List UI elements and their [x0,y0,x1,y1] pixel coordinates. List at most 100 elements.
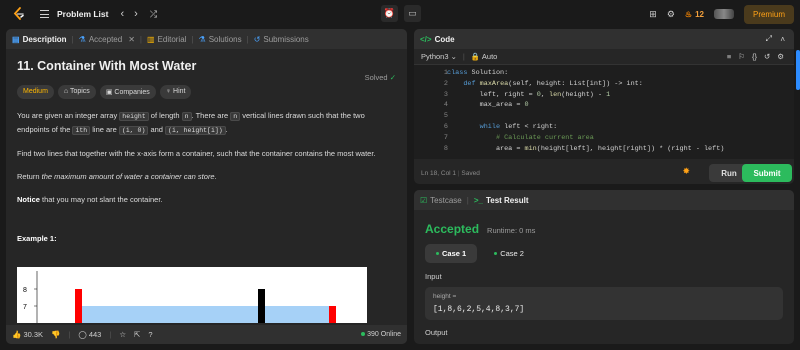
tab-submissions[interactable]: ↺ Submissions [254,35,309,44]
page-title[interactable]: 11. Container With Most Water [17,59,396,73]
dislike-button[interactable]: 👎 [51,330,60,339]
input-label: Input [425,272,442,281]
flask-icon: ⚗ [78,34,86,44]
reset-icon[interactable]: ↺ [764,52,770,61]
history-icon: ↺ [253,34,261,44]
tab-editorial[interactable]: ▥ Editorial [147,35,186,44]
tab-description[interactable]: ▤ Description [12,35,67,44]
case-2-tab[interactable]: Case 2 [483,244,535,263]
premium-button[interactable]: Premium [743,4,794,24]
maximize-icon[interactable]: ⤢ [766,34,772,44]
settings-icon[interactable]: ⚙ [777,52,784,61]
code-line: area = min(height[left], height[right]) … [447,144,725,153]
avatar[interactable] [713,9,734,19]
runtime: Runtime: 0 ms [487,226,536,235]
code-line: max_area = 0 [447,101,529,110]
tab-solutions[interactable]: ⚗ Solutions [199,35,242,44]
status-dot [436,252,439,255]
description-paragraph-1: You are given an integer array height of… [17,111,365,135]
online-dot [361,332,366,336]
line-number: 6 [443,123,448,131]
topics-chip[interactable]: ⌂ Topics [57,85,96,99]
problem-list-title[interactable]: Problem List [57,9,108,19]
note-icon: ▭ [408,8,417,18]
notes-button[interactable]: ▭ [404,5,421,22]
line-number: 4 [443,101,448,110]
chevron-left-icon[interactable]: ‹ [120,8,124,20]
tag-icon: ⌂ [63,88,69,95]
editor-status: Ln 18, Col 1 | Saved [421,170,480,177]
scrollbar[interactable] [796,50,800,90]
editor-tools: ≡ ⚐ {} ↺ ⚙ [727,52,784,61]
editor-toolbar: Python3 ⌄ | 🔒 Auto ≡ ⚐ {} ↺ ⚙ [414,49,794,65]
example-chart: 8 7 [17,267,367,323]
line-number: 7 [443,133,448,142]
code-line: while left < right: [479,123,558,131]
gear-icon[interactable]: ⚙ [667,9,675,20]
verdict: Accepted [425,222,480,236]
timer-button[interactable]: ⏰ [381,5,398,22]
top-bar: Problem List ‹ › ⤮ ⏰ ▭ ⊞ ⚙ ♨ 12 Premium [0,0,800,28]
flame-icon: ♨ [684,9,693,19]
help-button[interactable]: ? [148,330,152,339]
tab-testcase[interactable]: ☑ Testcase [420,196,462,205]
solved-status: Solved ✓ [364,73,396,82]
close-icon[interactable]: ✕ [128,35,135,44]
tab-test-result[interactable]: >_ Test Result [474,196,529,205]
code-line: def maxArea(self, height: List[int]) -> … [463,79,643,88]
case-1-tab[interactable]: Case 1 [425,244,478,263]
result-tabs: ☑ Testcase | >_ Test Result [414,190,794,210]
debug-icon[interactable]: ✸ [682,166,690,177]
example-title: Example 1: [17,234,57,243]
checkbox-icon: ☑ [420,195,428,205]
like-button[interactable]: 👍 30.3K [12,330,43,339]
input-var-name: height = [433,293,457,300]
problem-description: 11. Container With Most Water Medium ⌂ T… [6,49,407,253]
hint-chip[interactable]: ♀ Hint [159,85,192,99]
thumbs-down-icon: 👎 [51,330,61,339]
line-number: 3 [443,90,448,99]
result-panel: ☑ Testcase | >_ Test Result Accepted Run… [414,190,794,344]
tab-accepted[interactable]: ⚗ Accepted ✕ [79,35,135,44]
bookmark-icon[interactable]: ⚐ [738,52,745,61]
description-tabs: ▤ Description | ⚗ Accepted ✕ | ▥ Editori… [6,29,407,49]
streak-counter[interactable]: ♨ 12 [685,10,704,19]
share-button[interactable]: ⇱ [134,330,140,339]
problem-chips: Medium ⌂ Topics ▣ Companies ♀ Hint [17,85,396,99]
case-tabs: Case 1 Case 2 [425,244,783,263]
chevron-right-icon[interactable]: › [134,8,138,20]
comment-icon: ◯ [78,330,87,339]
streak-count: 12 [695,9,704,19]
auto-mode[interactable]: 🔒 Auto [471,52,497,61]
line-number: 5 [443,112,448,121]
beaker-icon: ⚗ [198,34,206,44]
language-select[interactable]: Python3 ⌄ [421,52,457,61]
code-editor[interactable]: 1 class Solution: 2 def maxArea(self, heig… [414,65,794,159]
chevron-up-icon[interactable]: ˄ [780,35,785,44]
braces-icon[interactable]: {} [752,52,757,61]
code-line: class Solution: [447,69,509,77]
leetcode-logo-icon[interactable] [12,7,26,21]
layout-grid-icon[interactable]: ⊞ [649,9,657,20]
y-tick-8: 8 [23,287,27,294]
code-tabs: </> Code ⤢ ˄ [414,29,794,49]
problem-list-icon[interactable] [40,10,49,18]
description-panel: ▤ Description | ⚗ Accepted ✕ | ▥ Editori… [6,29,407,344]
alarm-icon: ⏰ [383,8,396,18]
line-number: 2 [443,79,448,88]
comments-button[interactable]: ◯ 443 [78,330,101,339]
share-icon: ⇱ [134,330,141,339]
tab-code[interactable]: </> Code [420,35,455,44]
shuffle-icon[interactable]: ⤮ [150,9,157,20]
line-number: 1 [443,69,448,77]
code-line: # Calculate current area [447,133,594,142]
notes-icon[interactable]: ≡ [727,52,731,61]
input-var-value: [1,8,6,2,5,4,8,3,7] [433,305,525,314]
description-paragraph-3: Return the maximum amount of water a con… [17,172,217,181]
water-area [82,306,329,323]
favorite-button[interactable]: ☆ [119,330,126,339]
code-panel: </> Code ⤢ ˄ Python3 ⌄ | 🔒 Auto ≡ ⚐ {} ↺… [414,29,794,184]
companies-chip[interactable]: ▣ Companies [99,85,156,99]
code-line: left, right = 0, len(height) - 1 [447,90,611,99]
submit-button[interactable]: Submit [742,164,792,182]
